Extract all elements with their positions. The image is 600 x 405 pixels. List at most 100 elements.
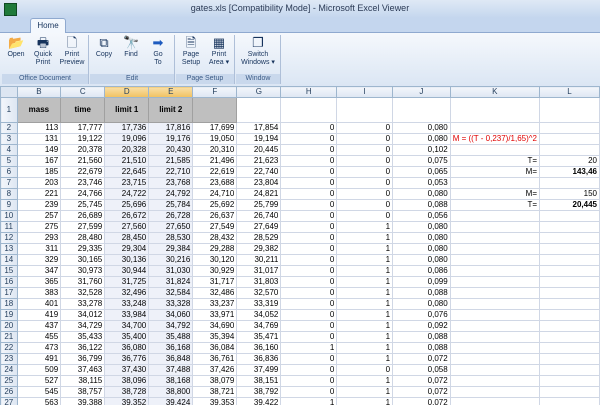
row-header[interactable]: 7 — [0, 177, 18, 189]
cell[interactable]: 29,304 — [104, 243, 150, 255]
row-header[interactable]: 17 — [0, 287, 18, 299]
column-header[interactable]: B — [16, 86, 62, 98]
cell[interactable]: 509 — [16, 364, 62, 376]
cell[interactable]: 0 — [280, 188, 338, 200]
cell[interactable]: 24,792 — [148, 188, 194, 200]
cell[interactable]: 0,099 — [392, 276, 451, 288]
cell[interactable]: 30,929 — [192, 265, 238, 277]
cell[interactable]: 275 — [16, 221, 62, 233]
cell[interactable]: 29,335 — [60, 243, 106, 255]
cell[interactable] — [449, 386, 541, 398]
cell[interactable]: 0,080 — [392, 232, 451, 244]
cell[interactable]: 36,122 — [60, 342, 106, 354]
cell[interactable]: 29,384 — [148, 243, 194, 255]
cell[interactable]: 0,072 — [392, 386, 451, 398]
cell[interactable]: 0 — [280, 232, 338, 244]
cell[interactable]: 0 — [280, 298, 338, 310]
cell[interactable]: 34,012 — [60, 309, 106, 321]
cell[interactable] — [539, 133, 600, 145]
cell[interactable]: 0 — [280, 364, 338, 376]
cell[interactable] — [539, 210, 600, 222]
cell[interactable]: 20,445 — [236, 144, 282, 156]
cell[interactable] — [449, 221, 541, 233]
cell[interactable] — [539, 177, 600, 189]
cell[interactable]: 28,450 — [104, 232, 150, 244]
cell[interactable]: 0,088 — [392, 199, 451, 211]
cell[interactable]: 22,710 — [148, 166, 194, 178]
cell[interactable]: 32,496 — [104, 287, 150, 299]
cell[interactable]: 293 — [16, 232, 62, 244]
cell[interactable] — [539, 276, 600, 288]
cell[interactable]: 35,488 — [148, 331, 194, 343]
find-button[interactable]: 🔭 Find — [119, 35, 143, 59]
cell[interactable]: 33,984 — [104, 309, 150, 321]
cell[interactable]: 0 — [336, 133, 394, 145]
cell[interactable]: 383 — [16, 287, 62, 299]
cell[interactable]: 34,700 — [104, 320, 150, 332]
cell[interactable]: 19,050 — [192, 133, 238, 145]
switch-windows-button[interactable]: ❐ Switch Windows ▾ — [238, 35, 278, 67]
cell[interactable]: 34,769 — [236, 320, 282, 332]
cell[interactable]: 0,080 — [392, 188, 451, 200]
cell[interactable] — [539, 287, 600, 299]
cell[interactable]: 0,080 — [392, 243, 451, 255]
cell[interactable]: 1 — [336, 386, 394, 398]
print-preview-button[interactable]: 🗋 Print Preview — [58, 35, 86, 67]
cell[interactable] — [539, 122, 600, 134]
cell[interactable]: 26,740 — [236, 210, 282, 222]
cell[interactable]: 33,319 — [236, 298, 282, 310]
cell[interactable]: 39,422 — [236, 397, 282, 405]
cell[interactable]: 37,426 — [192, 364, 238, 376]
cell[interactable]: T= — [449, 155, 541, 167]
cell[interactable]: 419 — [16, 309, 62, 321]
cell[interactable]: 527 — [16, 375, 62, 387]
cell[interactable] — [449, 397, 541, 405]
row-header[interactable]: 15 — [0, 265, 18, 277]
cell[interactable]: 35,471 — [236, 331, 282, 343]
cell[interactable]: 24,821 — [236, 188, 282, 200]
cell[interactable]: 36,799 — [60, 353, 106, 365]
cell[interactable] — [449, 243, 541, 255]
cell[interactable]: 21,585 — [148, 155, 194, 167]
cell[interactable]: 32,528 — [60, 287, 106, 299]
cell[interactable]: 31,717 — [192, 276, 238, 288]
cell[interactable]: 20 — [539, 155, 600, 167]
cell[interactable]: 545 — [16, 386, 62, 398]
open-button[interactable]: 📂 Open — [4, 35, 28, 59]
cell[interactable]: 25,692 — [192, 199, 238, 211]
cell[interactable] — [539, 342, 600, 354]
cell[interactable]: 38,800 — [148, 386, 194, 398]
header-cell-blank[interactable] — [192, 97, 238, 123]
cell[interactable] — [449, 210, 541, 222]
row-header[interactable]: 14 — [0, 254, 18, 266]
cell[interactable]: 221 — [16, 188, 62, 200]
cell[interactable]: 0 — [336, 199, 394, 211]
cell[interactable]: 38,168 — [148, 375, 194, 387]
cell[interactable]: 35,400 — [104, 331, 150, 343]
cell[interactable]: 23,715 — [104, 177, 150, 189]
cell[interactable]: 1 — [280, 397, 338, 405]
row-header[interactable]: 27 — [0, 397, 18, 405]
cell[interactable]: 0,072 — [392, 353, 451, 365]
cell[interactable] — [539, 386, 600, 398]
cell[interactable] — [449, 265, 541, 277]
cell[interactable]: 36,160 — [236, 342, 282, 354]
cell[interactable]: 22,645 — [104, 166, 150, 178]
cell[interactable]: M= — [449, 166, 541, 178]
cell[interactable]: 0,080 — [392, 298, 451, 310]
cell[interactable]: 0,056 — [392, 210, 451, 222]
tab-home[interactable]: Home — [30, 18, 66, 33]
column-header[interactable]: F — [192, 86, 238, 98]
cell[interactable]: 347 — [16, 265, 62, 277]
cell[interactable]: 24,722 — [104, 188, 150, 200]
cell[interactable] — [539, 309, 600, 321]
cell[interactable]: 0 — [280, 221, 338, 233]
cell[interactable]: 24,710 — [192, 188, 238, 200]
cell[interactable]: 26,689 — [60, 210, 106, 222]
row-header[interactable]: 18 — [0, 298, 18, 310]
cell[interactable]: 31,803 — [236, 276, 282, 288]
cell[interactable]: 22,740 — [236, 166, 282, 178]
cell[interactable]: 0,058 — [392, 364, 451, 376]
cell[interactable] — [539, 331, 600, 343]
cell[interactable]: 1 — [336, 353, 394, 365]
